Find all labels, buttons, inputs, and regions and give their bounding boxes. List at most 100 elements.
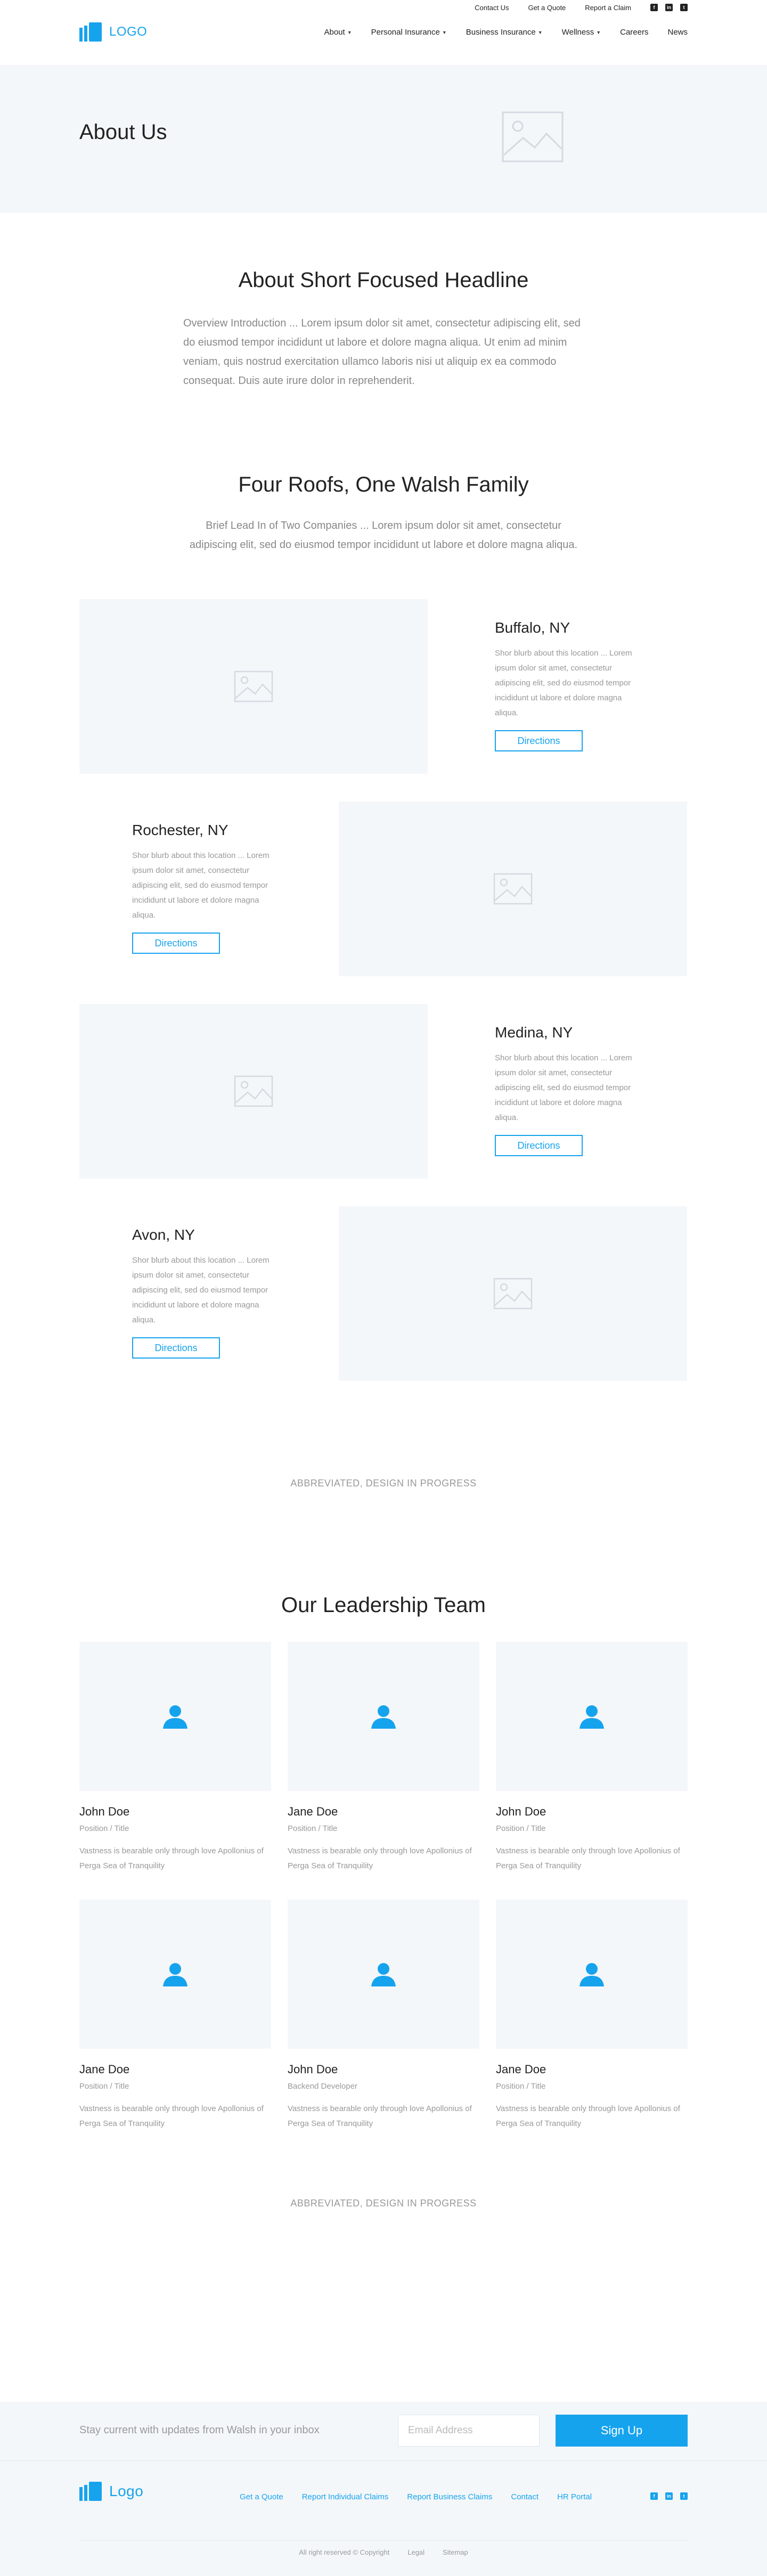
topbar-link-contact[interactable]: Contact Us (465, 4, 518, 12)
member-position: Position / Title (496, 2082, 546, 2091)
footer-link-contact[interactable]: Contact (511, 2492, 538, 2501)
user-icon (580, 1963, 604, 1986)
location-info: Buffalo, NY Shor blurb about this locati… (495, 619, 639, 751)
user-icon (371, 1963, 396, 1986)
nav-item-business-insurance[interactable]: Business Insurance ▼ (466, 28, 543, 37)
member-bio: Vastness is bearable only through love A… (288, 1846, 472, 1870)
location-blurb: Shor blurb about this location ... Lorem… (132, 851, 270, 920)
copyright-row: All right reserved © Copyright Legal Sit… (0, 2548, 767, 2556)
family-lead: Brief Lead In of Two Companies ... Lorem… (189, 520, 578, 551)
avatar-placeholder (288, 1900, 479, 2049)
member-bio: Vastness is bearable only through love A… (496, 2104, 680, 2128)
utility-bar: Contact Us Get a Quote Report a Claim f … (465, 0, 688, 15)
avatar-placeholder (496, 1900, 688, 2049)
sitemap-link[interactable]: Sitemap (443, 2548, 468, 2556)
logo-text: Logo (109, 2483, 144, 2499)
copyright-text: All right reserved © Copyright (299, 2548, 390, 2556)
location-name: Avon, NY (132, 1226, 195, 1243)
logo-mark-icon (79, 22, 102, 42)
member-name: John Doe (496, 1805, 546, 1818)
topbar-link-quote[interactable]: Get a Quote (518, 4, 575, 12)
footer-link-individual-claims[interactable]: Report Individual Claims (302, 2492, 389, 2501)
location-avon: Avon, NY Shor blurb about this location … (0, 1206, 767, 1409)
team-headline: Our Leadership Team (281, 1593, 486, 1617)
nav-item-personal-insurance[interactable]: Personal Insurance ▼ (371, 28, 447, 37)
directions-button[interactable]: Directions (495, 1135, 583, 1156)
newsletter-text: Stay current with updates from Walsh in … (79, 2424, 320, 2436)
email-field[interactable]: Email Address (398, 2415, 540, 2447)
footer-link-quote[interactable]: Get a Quote (240, 2492, 283, 2501)
location-blurb: Shor blurb about this location ... Lorem… (495, 1053, 632, 1122)
about-headline: About Short Focused Headline (238, 268, 529, 292)
member-position: Position / Title (288, 1824, 338, 1833)
footer-logo[interactable]: Logo (79, 2482, 143, 2501)
linkedin-icon[interactable]: in (665, 4, 673, 11)
chevron-down-icon: ▼ (347, 29, 352, 35)
member-bio: Vastness is bearable only through love A… (496, 1846, 680, 1870)
member-name: John Doe (288, 2063, 338, 2076)
abbreviated-notice: ABBREVIATED, DESIGN IN PROGRESS (290, 2198, 477, 2209)
location-buffalo: Buffalo, NY Shor blurb about this locati… (0, 599, 767, 802)
facebook-icon[interactable]: f (650, 2492, 658, 2500)
directions-button[interactable]: Directions (495, 730, 583, 751)
site-header: Contact Us Get a Quote Report a Claim f … (0, 0, 767, 65)
nav-item-news[interactable]: News (667, 28, 688, 37)
footer-social: f in t (650, 2492, 688, 2500)
member-name: Jane Doe (496, 2063, 546, 2076)
nav-label: Personal Insurance (371, 28, 440, 37)
chevron-down-icon: ▼ (537, 29, 543, 35)
location-info: Rochester, NY Shor blurb about this loca… (132, 822, 276, 954)
team-card: Jane Doe Position / Title Vastness is be… (288, 1642, 479, 1874)
avatar-placeholder (496, 1642, 688, 1791)
directions-button[interactable]: Directions (132, 1337, 220, 1359)
footer-link-business-claims[interactable]: Report Business Claims (407, 2492, 492, 2501)
location-name: Medina, NY (495, 1024, 573, 1041)
team-card: Jane Doe Position / Title Vastness is be… (79, 1900, 271, 2131)
nav-item-wellness[interactable]: Wellness ▼ (562, 28, 601, 37)
location-info: Avon, NY Shor blurb about this location … (132, 1226, 276, 1359)
user-icon (580, 1705, 604, 1729)
legal-link[interactable]: Legal (407, 2548, 425, 2556)
image-placeholder-icon (79, 599, 428, 774)
nav-label: Business Insurance (466, 28, 536, 37)
member-position: Position / Title (79, 2082, 129, 2091)
member-bio: Vastness is bearable only through love A… (79, 1846, 264, 1870)
nav-item-about[interactable]: About ▼ (324, 28, 352, 37)
location-rochester: Rochester, NY Shor blurb about this loca… (0, 802, 767, 1004)
logo-mark-icon (79, 2482, 102, 2501)
team-card: John Doe Position / Title Vastness is be… (79, 1642, 271, 1874)
page-title: About Us (79, 120, 167, 144)
topbar-link-claim[interactable]: Report a Claim (575, 4, 641, 12)
family-headline: Four Roofs, One Walsh Family (238, 473, 529, 496)
newsletter-bar: Stay current with updates from Walsh in … (0, 2402, 767, 2460)
family-section: Four Roofs, One Walsh Family Brief Lead … (0, 473, 767, 1409)
footer-link-hr-portal[interactable]: HR Portal (557, 2492, 592, 2501)
twitter-icon[interactable]: t (680, 4, 688, 11)
linkedin-icon[interactable]: in (665, 2492, 673, 2500)
nav-label: Careers (620, 28, 649, 37)
facebook-icon[interactable]: f (650, 4, 658, 11)
member-name: Jane Doe (288, 1805, 338, 1818)
twitter-icon[interactable]: t (680, 2492, 688, 2500)
leadership-section: Our Leadership Team John Doe Position / … (0, 1593, 767, 2155)
nav-label: Wellness (561, 28, 594, 37)
location-name: Buffalo, NY (495, 619, 570, 636)
member-position: Position / Title (496, 1824, 546, 1833)
site-logo[interactable]: LOGO (79, 22, 147, 42)
about-body: Overview Introduction ... Lorem ipsum do… (183, 317, 581, 387)
location-blurb: Shor blurb about this location ... Lorem… (495, 649, 632, 717)
team-card: Jane Doe Position / Title Vastness is be… (496, 1900, 688, 2131)
sign-up-button[interactable]: Sign Up (556, 2415, 688, 2447)
locations-list: Buffalo, NY Shor blurb about this locati… (0, 599, 767, 1409)
site-footer: Logo Get a Quote Report Individual Claim… (0, 2460, 767, 2576)
member-name: John Doe (79, 1805, 130, 1818)
avatar-placeholder (79, 1642, 271, 1791)
nav-item-careers[interactable]: Careers (620, 28, 648, 37)
nav-label: News (667, 28, 688, 37)
avatar-placeholder (79, 1900, 271, 2049)
member-name: Jane Doe (79, 2063, 130, 2076)
user-icon (371, 1705, 396, 1729)
location-info: Medina, NY Shor blurb about this locatio… (495, 1024, 639, 1156)
directions-button[interactable]: Directions (132, 933, 220, 954)
member-bio: Vastness is bearable only through love A… (288, 2104, 472, 2128)
